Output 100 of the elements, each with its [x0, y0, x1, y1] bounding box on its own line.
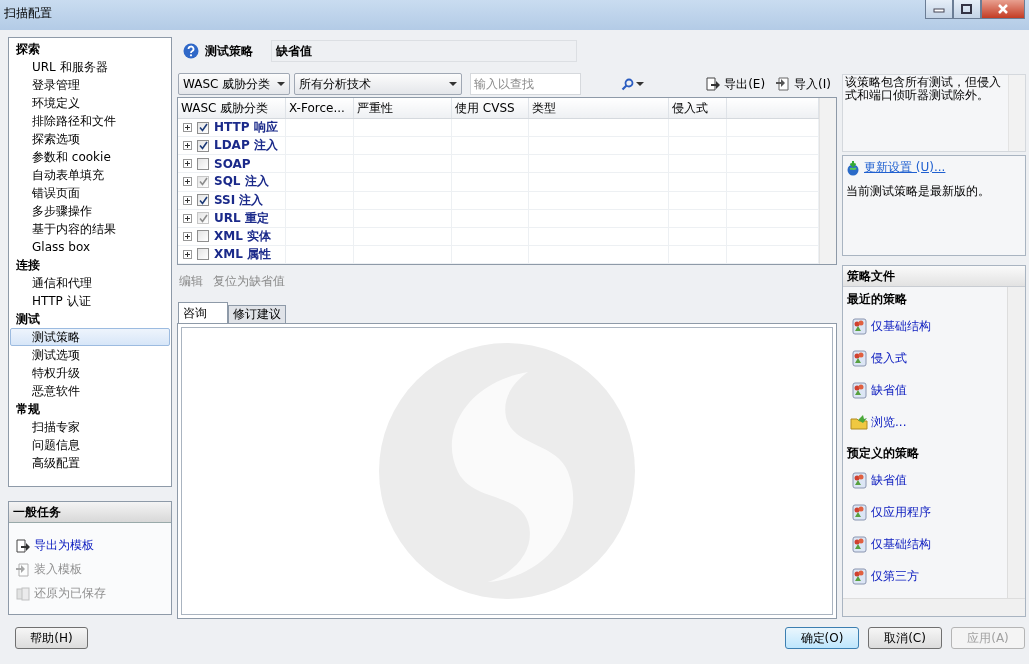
- column-header[interactable]: 严重性: [353, 98, 452, 119]
- expand-icon[interactable]: [183, 177, 192, 187]
- close-button[interactable]: [981, 0, 1025, 19]
- policy-file-icon: [850, 503, 868, 521]
- dialog-button[interactable]: 取消(C): [868, 627, 942, 649]
- scrollbar[interactable]: [1007, 287, 1025, 598]
- tree-item[interactable]: 基于内容的结果: [10, 220, 170, 238]
- import-button[interactable]: 导入(I): [775, 75, 831, 93]
- checkbox[interactable]: [197, 139, 209, 152]
- tree-item[interactable]: 环境定义: [10, 94, 170, 112]
- checkbox[interactable]: [197, 157, 209, 170]
- globe-icon: [846, 159, 860, 176]
- expand-icon[interactable]: [183, 249, 192, 259]
- search-button[interactable]: [621, 77, 644, 91]
- policy-name-field[interactable]: 缺省值: [271, 40, 577, 62]
- export-icon: [15, 537, 31, 554]
- tree-item[interactable]: 参数和 cookie: [10, 148, 170, 166]
- checkbox[interactable]: [197, 230, 209, 243]
- expand-icon[interactable]: [183, 159, 192, 169]
- tree-section: 测试: [10, 310, 170, 328]
- technique-dropdown[interactable]: 所有分析技术: [294, 73, 462, 95]
- policy-link[interactable]: 浏览...: [847, 413, 1007, 431]
- minimize-button[interactable]: [925, 0, 953, 19]
- search-icon: [621, 77, 634, 91]
- tree-item[interactable]: 特权升级: [10, 364, 170, 382]
- caret-icon: [277, 81, 285, 87]
- expand-icon[interactable]: [183, 123, 192, 133]
- expand-icon[interactable]: [183, 231, 192, 241]
- tree-item[interactable]: 通信和代理: [10, 274, 170, 292]
- maximize-button[interactable]: [953, 0, 981, 19]
- close-icon: [997, 4, 1009, 14]
- task-link[interactable]: 导出为模板: [15, 537, 171, 554]
- tree-item[interactable]: 高级配置: [10, 454, 170, 472]
- tree-item[interactable]: 探索选项: [10, 130, 170, 148]
- search-field[interactable]: 输入以查找: [470, 73, 581, 95]
- import-icon: [15, 561, 31, 578]
- scrollbar[interactable]: [819, 98, 836, 264]
- policy-file-icon: [850, 349, 868, 367]
- tree-item[interactable]: Glass box: [10, 238, 170, 256]
- panel-header: 策略文件: [843, 266, 1025, 287]
- expand-icon[interactable]: [183, 195, 192, 205]
- checkbox[interactable]: [197, 194, 209, 207]
- tree-item[interactable]: 多步骤操作: [10, 202, 170, 220]
- expand-icon[interactable]: [183, 141, 192, 151]
- row-label: XML 实体: [214, 227, 272, 245]
- tree-item[interactable]: 扫描专家: [10, 418, 170, 436]
- row-label: LDAP 注入: [214, 137, 278, 155]
- checkbox[interactable]: [197, 248, 209, 261]
- help-button[interactable]: 帮助(H): [15, 627, 88, 649]
- policy-link[interactable]: 仅基础结构: [847, 317, 1007, 335]
- tree-item[interactable]: 排除路径和文件: [10, 112, 170, 130]
- tab[interactable]: 咨询: [178, 302, 228, 323]
- tab[interactable]: 修订建议: [228, 305, 286, 323]
- help-icon: [183, 43, 199, 59]
- maximize-icon: [961, 4, 973, 14]
- scrollbar[interactable]: [1008, 75, 1025, 151]
- policy-link[interactable]: 仅第三方: [847, 567, 1007, 585]
- group-title: 最近的策略: [847, 291, 908, 307]
- row-label: URL 重定: [214, 209, 269, 227]
- tree-item[interactable]: 恶意软件: [10, 382, 170, 400]
- row-label: SQL 注入: [214, 173, 269, 191]
- column-header[interactable]: 类型: [528, 98, 669, 119]
- status-text: 当前测试策略是最新版的。: [846, 183, 991, 200]
- minimize-icon: [933, 5, 945, 13]
- policy-file-icon: [850, 381, 868, 399]
- tree-item[interactable]: 自动表单填充: [10, 166, 170, 184]
- checkbox[interactable]: [197, 121, 209, 134]
- policy-link[interactable]: 缺省值: [847, 381, 1007, 399]
- group-title: 预定义的策略: [847, 445, 920, 461]
- policy-link[interactable]: 仅基础结构: [847, 535, 1007, 553]
- tree-item[interactable]: 测试选项: [10, 346, 170, 364]
- policy-link[interactable]: 侵入式: [847, 349, 1007, 367]
- policy-link[interactable]: 仅应用程序: [847, 503, 1007, 521]
- policy-link[interactable]: 缺省值: [847, 471, 1007, 489]
- policy-file-icon: [850, 567, 868, 585]
- tree-item[interactable]: 问题信息: [10, 436, 170, 454]
- update-link[interactable]: 更新设置 (U)...: [846, 159, 1022, 176]
- column-header[interactable]: 使用 CVSS: [451, 98, 529, 119]
- column-header[interactable]: X-Force...: [285, 98, 354, 119]
- policy-file-icon: [850, 317, 868, 335]
- import-icon: [775, 76, 792, 92]
- policy-file-icon: [850, 535, 868, 553]
- tree-item[interactable]: HTTP 认证: [10, 292, 170, 310]
- column-header[interactable]: WASC 威胁分类: [178, 98, 286, 119]
- documents-icon: [15, 585, 31, 602]
- scrollbar[interactable]: [843, 598, 1025, 616]
- expand-icon[interactable]: [183, 213, 192, 223]
- caret-icon: [449, 81, 457, 87]
- row-label: SSI 注入: [214, 191, 264, 209]
- folder-icon: [850, 413, 868, 431]
- tree-item[interactable]: 登录管理: [10, 76, 170, 94]
- policy-file-icon: [850, 471, 868, 489]
- group-by-dropdown[interactable]: WASC 威胁分类: [178, 73, 290, 95]
- row-label: SOAP: [214, 156, 251, 171]
- dialog-button[interactable]: 确定(O): [785, 627, 859, 649]
- column-header[interactable]: 侵入式: [668, 98, 727, 119]
- tree-item[interactable]: URL 和服务器: [10, 58, 170, 76]
- export-button[interactable]: 导出(E): [705, 75, 766, 93]
- tree-item[interactable]: 错误页面: [10, 184, 170, 202]
- tree-item[interactable]: 测试策略: [10, 328, 170, 346]
